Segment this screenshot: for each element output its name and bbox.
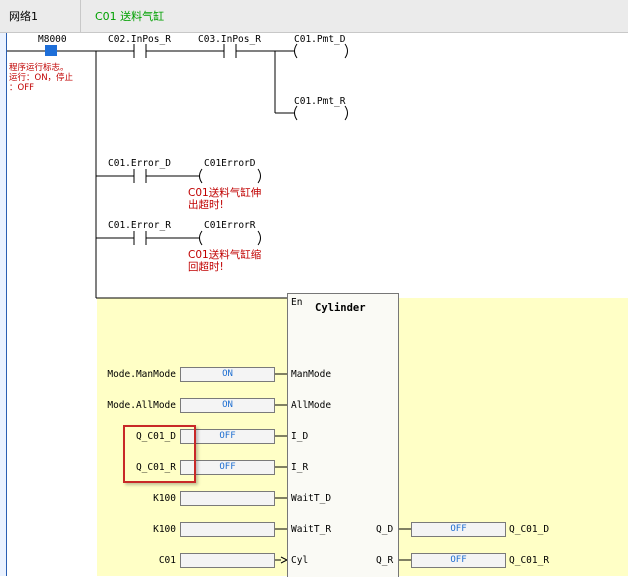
errord-comment-line2: 出超时! xyxy=(188,199,224,211)
operand-mode-allmode[interactable]: Mode.AllMode xyxy=(107,400,176,411)
m8000-comment-line2: 运行：ON，停止 xyxy=(9,73,74,83)
coil-c01errorr-label[interactable]: C01ErrorR xyxy=(204,220,255,231)
fb-enable-pin: En xyxy=(291,297,303,308)
contact-c02-inpos-r-label[interactable]: C02.InPos_R xyxy=(108,34,171,45)
operand-waitt-r-k100[interactable]: K100 xyxy=(153,524,176,535)
m8000-comment-line3: ：OFF xyxy=(9,83,34,93)
contact-c01-error-d-label[interactable]: C01.Error_D xyxy=(108,158,171,169)
errorr-comment-line1: C01送料气缸缩 xyxy=(188,249,262,261)
value-field-q-d[interactable]: OFF xyxy=(411,522,506,537)
operand-q-c01-d-output[interactable]: Q_C01_D xyxy=(509,524,549,535)
contact-c01-error-r-label[interactable]: C01.Error_R xyxy=(108,220,171,231)
pin-q-d: Q_D xyxy=(376,524,394,535)
value-field-waitt-r[interactable] xyxy=(180,522,275,537)
coil-c01errord-label[interactable]: C01ErrorD xyxy=(204,158,255,169)
pin-waitt-r: WaitT_R xyxy=(291,524,332,535)
value-field-allmode[interactable]: ON xyxy=(180,398,275,413)
coil-c01-pmt-d-label[interactable]: C01.Pmt_D xyxy=(294,34,345,45)
pin-q-r: Q_R xyxy=(376,555,394,566)
m8000-comment-line1: 程序运行标志。 xyxy=(9,63,69,73)
operand-cyl-c01[interactable]: C01 xyxy=(159,555,176,566)
value-field-q-r[interactable]: OFF xyxy=(411,553,506,568)
pin-manmode: ManMode xyxy=(291,369,332,380)
highlight-box xyxy=(123,425,196,483)
operand-q-c01-r-output[interactable]: Q_C01_R xyxy=(509,555,549,566)
pin-waitt-d: WaitT_D xyxy=(291,493,332,504)
pin-allmode: AllMode xyxy=(291,400,332,411)
pin-i-r: I_R xyxy=(291,462,309,473)
value-field-cyl[interactable] xyxy=(180,553,275,568)
value-field-waitt-d[interactable] xyxy=(180,491,275,506)
contact-m8000-label[interactable]: M8000 xyxy=(38,34,67,45)
errorr-comment-line2: 回超时! xyxy=(188,261,224,273)
fb-title: Cylinder xyxy=(315,302,366,314)
contact-c03-inpos-r-label[interactable]: C03.InPos_R xyxy=(198,34,261,45)
pin-cyl: Cyl xyxy=(291,555,309,566)
pin-i-d: I_D xyxy=(291,431,309,442)
operand-waitt-d-k100[interactable]: K100 xyxy=(153,493,176,504)
contact-m8000-selected[interactable] xyxy=(45,45,57,56)
coil-c01-pmt-r-label[interactable]: C01.Pmt_R xyxy=(294,96,345,107)
value-field-manmode[interactable]: ON xyxy=(180,367,275,382)
errord-comment-line1: C01送料气缸伸 xyxy=(188,187,262,199)
operand-mode-manmode[interactable]: Mode.ManMode xyxy=(107,369,176,380)
